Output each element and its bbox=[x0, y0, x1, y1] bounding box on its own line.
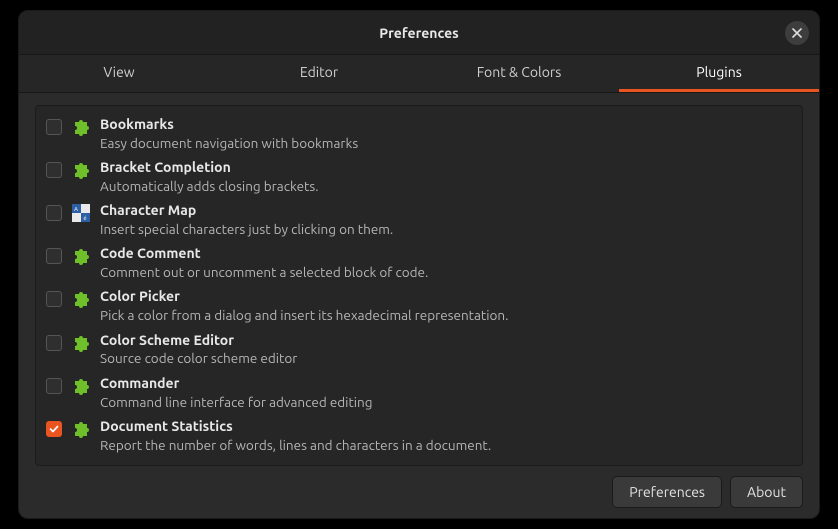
window-title: Preferences bbox=[379, 25, 459, 41]
puzzle-icon bbox=[72, 377, 90, 395]
plugin-name: Color Scheme Editor bbox=[100, 331, 792, 350]
puzzle-icon bbox=[72, 290, 90, 308]
plugin-text: Color PickerPick a color from a dialog a… bbox=[100, 287, 792, 324]
plugin-description: Source code color scheme editor bbox=[100, 349, 792, 367]
plugin-row[interactable]: Aé Character MapInsert special characters… bbox=[46, 198, 792, 241]
content-area: BookmarksEasy document navigation with b… bbox=[19, 93, 819, 518]
plugin-row[interactable]: Color PickerPick a color from a dialog a… bbox=[46, 284, 792, 327]
puzzle-icon bbox=[72, 118, 90, 136]
plugin-name: Bracket Completion bbox=[100, 158, 792, 177]
plugin-text: BookmarksEasy document navigation with b… bbox=[100, 115, 792, 152]
plugin-checkbox[interactable] bbox=[46, 119, 62, 135]
puzzle-icon bbox=[72, 377, 90, 395]
close-button[interactable] bbox=[785, 21, 809, 45]
puzzle-icon bbox=[72, 247, 90, 265]
plugin-checkbox[interactable] bbox=[46, 421, 62, 437]
plugin-name: Character Map bbox=[100, 201, 792, 220]
plugin-description: Insert special characters just by clicki… bbox=[100, 220, 792, 238]
close-icon bbox=[792, 28, 802, 38]
plugin-checkbox[interactable] bbox=[46, 291, 62, 307]
tab-bar: View Editor Font & Colors Plugins bbox=[19, 55, 819, 93]
puzzle-icon bbox=[72, 247, 90, 265]
plugin-checkbox[interactable] bbox=[46, 248, 62, 264]
plugin-row[interactable]: CommanderCommand line interface for adva… bbox=[46, 371, 792, 414]
tab-view[interactable]: View bbox=[19, 55, 219, 92]
puzzle-icon bbox=[72, 420, 90, 438]
plugin-name: Bookmarks bbox=[100, 115, 792, 134]
plugin-text: Code CommentComment out or uncomment a s… bbox=[100, 244, 792, 281]
plugin-row[interactable]: Code CommentComment out or uncomment a s… bbox=[46, 241, 792, 284]
plugin-description: Report the number of words, lines and ch… bbox=[100, 436, 792, 454]
plugin-checkbox[interactable] bbox=[46, 335, 62, 351]
titlebar: Preferences bbox=[19, 11, 819, 55]
check-icon bbox=[49, 424, 59, 434]
puzzle-icon bbox=[72, 420, 90, 438]
plugin-list: BookmarksEasy document navigation with b… bbox=[35, 105, 803, 466]
plugin-name: Code Comment bbox=[100, 244, 792, 263]
preferences-window: Preferences View Editor Font & Colors Pl… bbox=[18, 10, 820, 519]
plugin-text: Color Scheme EditorSource code color sch… bbox=[100, 331, 792, 368]
svg-text:é: é bbox=[83, 215, 86, 222]
svg-text:A: A bbox=[74, 206, 78, 213]
plugin-description: Easy document navigation with bookmarks bbox=[100, 134, 792, 152]
plugin-description: Command line interface for advanced edit… bbox=[100, 393, 792, 411]
plugin-text: CommanderCommand line interface for adva… bbox=[100, 374, 792, 411]
charmap-icon: Aé bbox=[72, 204, 90, 222]
tab-font-colors[interactable]: Font & Colors bbox=[419, 55, 619, 92]
plugin-description: Comment out or uncomment a selected bloc… bbox=[100, 263, 792, 281]
tab-plugins[interactable]: Plugins bbox=[619, 55, 819, 92]
plugin-description: Automatically adds closing brackets. bbox=[100, 177, 792, 195]
plugin-checkbox[interactable] bbox=[46, 378, 62, 394]
plugin-preferences-button[interactable]: Preferences bbox=[612, 476, 722, 508]
about-button[interactable]: About bbox=[730, 476, 803, 508]
plugin-text: Character MapInsert special characters j… bbox=[100, 201, 792, 238]
puzzle-icon bbox=[72, 118, 90, 136]
plugin-text: Document StatisticsReport the number of … bbox=[100, 417, 792, 454]
charmap-icon: Aé bbox=[72, 204, 90, 222]
puzzle-icon bbox=[72, 161, 90, 179]
plugin-name: Commander bbox=[100, 374, 792, 393]
plugin-row[interactable]: Color Scheme EditorSource code color sch… bbox=[46, 328, 792, 371]
tab-editor[interactable]: Editor bbox=[219, 55, 419, 92]
puzzle-icon bbox=[72, 334, 90, 352]
plugin-name: Document Statistics bbox=[100, 417, 792, 436]
puzzle-icon bbox=[72, 334, 90, 352]
plugin-name: Color Picker bbox=[100, 287, 792, 306]
footer-buttons: Preferences About bbox=[35, 466, 803, 508]
plugin-checkbox[interactable] bbox=[46, 205, 62, 221]
plugin-row[interactable]: BookmarksEasy document navigation with b… bbox=[46, 112, 792, 155]
puzzle-icon bbox=[72, 290, 90, 308]
plugin-description: Pick a color from a dialog and insert it… bbox=[100, 306, 792, 324]
puzzle-icon bbox=[72, 161, 90, 179]
plugin-text: Bracket CompletionAutomatically adds clo… bbox=[100, 158, 792, 195]
plugin-row[interactable]: Bracket CompletionAutomatically adds clo… bbox=[46, 155, 792, 198]
plugin-row[interactable]: Document StatisticsReport the number of … bbox=[46, 414, 792, 457]
plugin-checkbox[interactable] bbox=[46, 162, 62, 178]
